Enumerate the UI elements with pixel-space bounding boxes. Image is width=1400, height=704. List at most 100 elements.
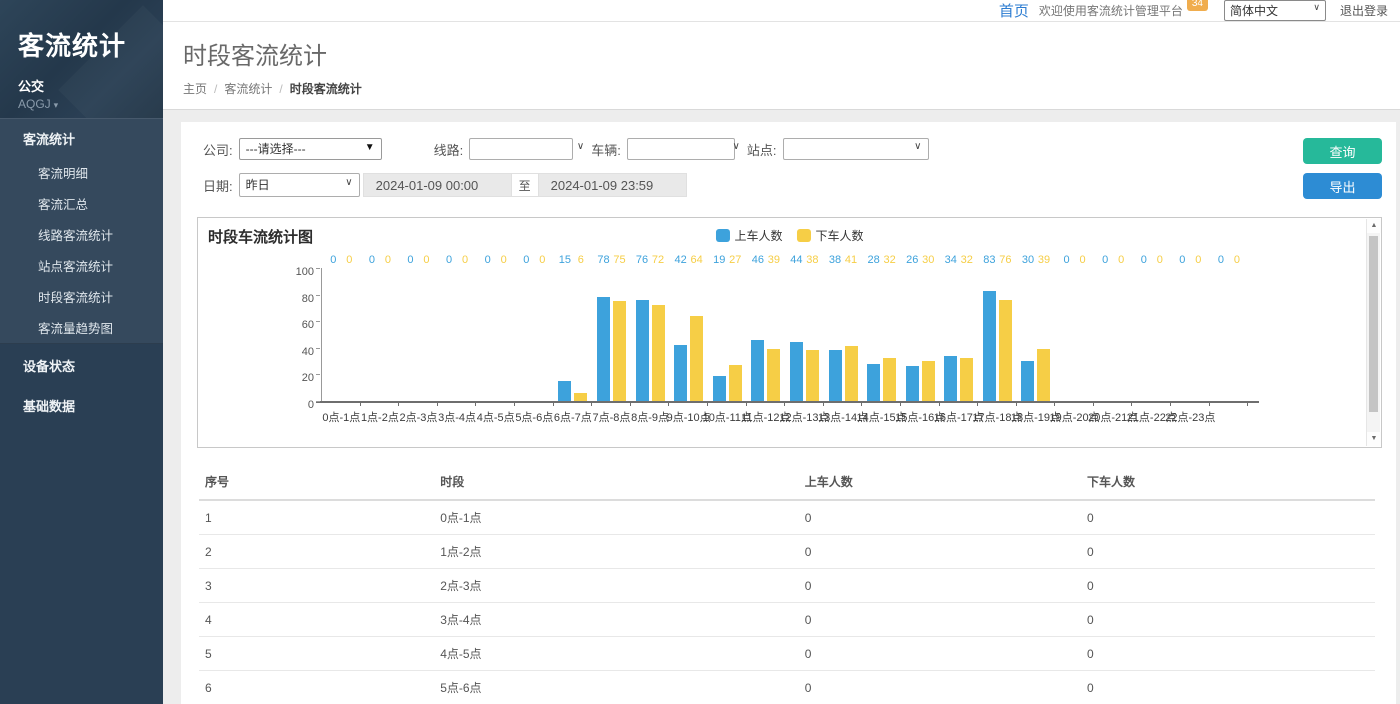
bar-value-label: 0 [385, 254, 391, 266]
bar-value-label: 30 [1022, 254, 1034, 266]
logout-link[interactable]: 退出登录 [1340, 2, 1388, 19]
table-cell: 2 [199, 535, 434, 569]
bar[interactable] [1021, 361, 1034, 401]
bar-column: 0 [1076, 268, 1089, 401]
bar[interactable] [883, 358, 896, 401]
bar[interactable] [922, 361, 935, 401]
station-select[interactable] [783, 138, 929, 160]
bar[interactable] [906, 366, 919, 401]
chart-plot: 000点-1点001点-2点002点-3点003点-4点004点-5点005点-… [322, 268, 1262, 440]
bar[interactable] [999, 300, 1012, 401]
bar[interactable] [845, 346, 858, 401]
y-tick: 60 [302, 315, 322, 333]
bar-group: 384113点-14点 [824, 268, 863, 401]
bar[interactable] [636, 300, 649, 401]
query-button[interactable]: 查询 [1303, 138, 1382, 164]
bar[interactable] [867, 364, 880, 401]
bar[interactable] [597, 297, 610, 401]
bar[interactable] [574, 393, 587, 401]
sidebar-item[interactable]: 时段客流统计 [0, 281, 163, 312]
bar-value-label: 0 [1234, 254, 1240, 266]
bar-column: 72 [652, 268, 665, 401]
bar[interactable] [767, 349, 780, 401]
bar-column: 0 [1060, 268, 1073, 401]
station-select-wrap [783, 138, 929, 160]
bar-group: 192710点-11点 [708, 268, 747, 401]
chart-vertical-scrollbar[interactable]: ▲ ▼ [1366, 219, 1380, 446]
vehicle-select[interactable] [627, 138, 735, 160]
bar-value-label: 39 [1038, 254, 1050, 266]
bar-column: 38 [806, 268, 819, 401]
home-link[interactable]: 首页 [999, 0, 1029, 21]
sidebar-item[interactable]: 线路客流统计 [0, 219, 163, 250]
table-cell: 0 [799, 535, 1081, 569]
bar[interactable] [674, 345, 687, 401]
company-select[interactable]: ---请选择--- [239, 138, 382, 160]
table-cell: 4 [199, 603, 434, 637]
bar-value-label: 78 [597, 254, 609, 266]
date-end-input[interactable] [539, 174, 686, 196]
bar-value-label: 0 [1118, 254, 1124, 266]
bar-value-label: 0 [1218, 254, 1224, 266]
date-preset-wrap: 昨日 [239, 173, 360, 197]
legend-swatch [715, 229, 729, 242]
sidebar-logo-area: 客流统计 公交 AQGJ▾ [0, 0, 163, 118]
table-cell: 1 [199, 500, 434, 535]
bar-column: 6 [574, 268, 587, 401]
bar[interactable] [690, 316, 703, 401]
language-select[interactable]: 简体中文 [1224, 0, 1326, 21]
sidebar-item[interactable]: 客流量趋势图 [0, 312, 163, 343]
sidebar-item[interactable]: 设备状态 [0, 346, 163, 384]
export-button[interactable]: 导出 [1303, 173, 1382, 199]
bar[interactable] [652, 305, 665, 401]
bar-value-label: 64 [691, 254, 703, 266]
bar-column: 0 [404, 268, 417, 401]
sidebar-item[interactable]: 基础数据 [0, 386, 163, 424]
bar[interactable] [1037, 349, 1050, 401]
table-header-cell: 上车人数 [799, 465, 1081, 500]
bar[interactable] [983, 291, 996, 401]
x-axis-label: 7点-8点 [593, 409, 631, 425]
bar-column: 28 [867, 268, 880, 401]
bar[interactable] [729, 365, 742, 401]
bar-column: 0 [420, 268, 433, 401]
bar[interactable] [806, 350, 819, 401]
bar[interactable] [944, 356, 957, 401]
bar[interactable] [713, 376, 726, 401]
org-selector[interactable]: AQGJ▾ [18, 97, 163, 111]
bar-group: 002点-3点 [399, 268, 438, 401]
bar[interactable] [558, 381, 571, 401]
scroll-up-icon[interactable]: ▲ [1367, 219, 1381, 233]
bar[interactable] [960, 358, 973, 401]
legend-swatch [797, 229, 811, 242]
table-header-cell: 下车人数 [1081, 465, 1375, 500]
table-cell: 0 [1081, 637, 1375, 671]
bar-value-label: 0 [539, 254, 545, 266]
breadcrumb-item[interactable]: 主页 [183, 82, 207, 96]
breadcrumb-item[interactable]: 客流统计 [224, 82, 272, 96]
date-start-input[interactable] [364, 174, 511, 196]
table-cell: 0 [1081, 500, 1375, 535]
bar[interactable] [613, 301, 626, 401]
bar-value-label: 27 [729, 254, 741, 266]
x-axis-label: 5点-6点 [515, 409, 553, 425]
bar-column: 32 [883, 268, 896, 401]
scrollbar-thumb[interactable] [1369, 236, 1378, 412]
legend-item[interactable]: 上车人数 [715, 227, 782, 244]
table-cell: 3点-4点 [434, 603, 799, 637]
date-preset-select[interactable]: 昨日 [239, 173, 360, 197]
scroll-down-icon[interactable]: ▼ [1367, 432, 1381, 446]
legend-item[interactable]: 下车人数 [797, 227, 864, 244]
bar[interactable] [829, 350, 842, 401]
sidebar-item[interactable]: 客流汇总 [0, 188, 163, 219]
bar-column: 46 [751, 268, 764, 401]
sidebar-item[interactable]: 站点客流统计 [0, 250, 163, 281]
notification-badge[interactable]: 34 [1187, 0, 1208, 11]
sidebar-group-header[interactable]: 客流统计 [0, 119, 163, 157]
bar[interactable] [751, 340, 764, 401]
bar[interactable] [790, 342, 803, 401]
line-select[interactable] [469, 138, 573, 160]
bar-column: 76 [636, 268, 649, 401]
bar-value-label: 76 [999, 254, 1011, 266]
sidebar-item[interactable]: 客流明细 [0, 157, 163, 188]
